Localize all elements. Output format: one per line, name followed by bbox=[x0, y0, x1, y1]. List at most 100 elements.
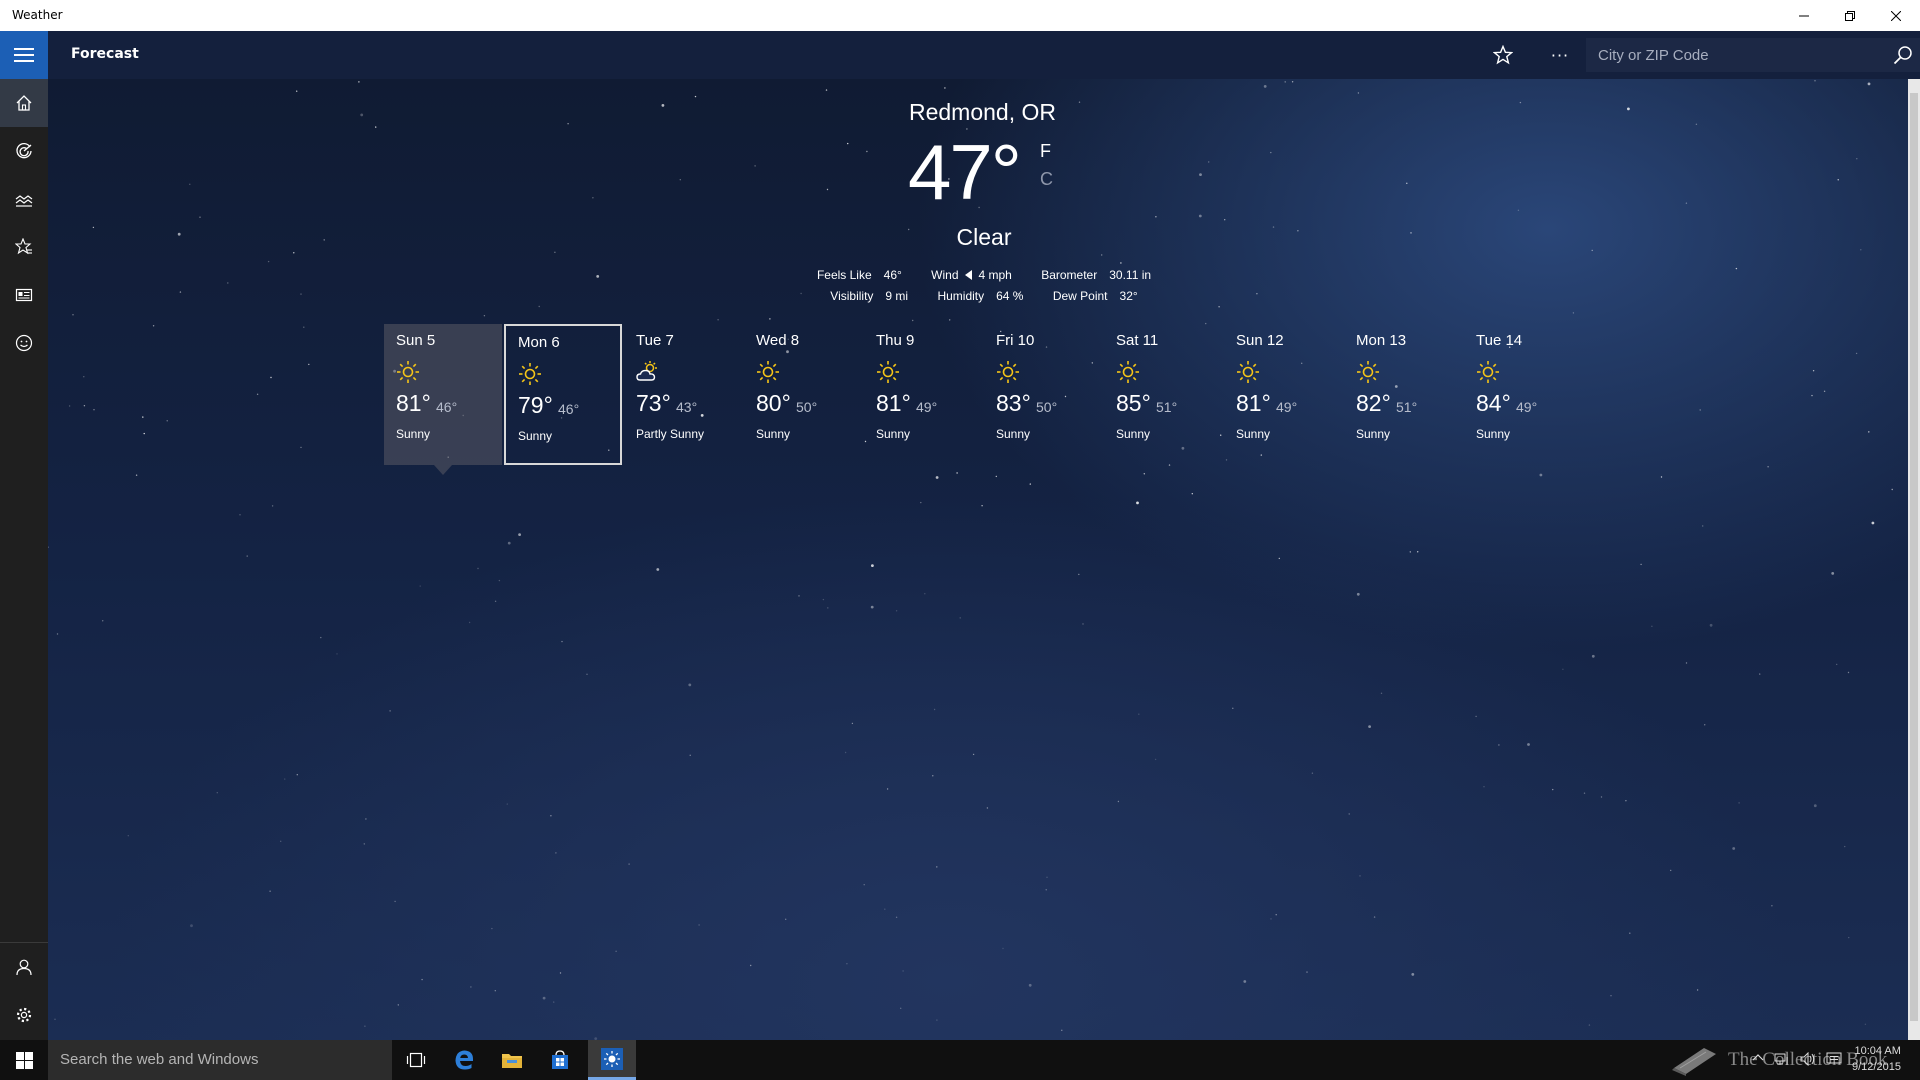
chevron-up-icon[interactable] bbox=[1752, 1052, 1764, 1064]
sun-icon bbox=[1357, 361, 1379, 383]
humidity-value: 64 % bbox=[996, 289, 1024, 303]
clock-date: 9/12/2015 bbox=[1852, 1061, 1901, 1073]
sun-icon bbox=[1117, 361, 1139, 383]
action-center-icon[interactable] bbox=[1826, 1052, 1842, 1066]
nav-news[interactable] bbox=[0, 271, 48, 319]
app-bar: Forecast ··· bbox=[48, 31, 1920, 79]
add-favorite-button[interactable] bbox=[1489, 41, 1517, 69]
sun-icon bbox=[519, 363, 541, 385]
forecast-condition: Sunny bbox=[1476, 427, 1511, 441]
forecast-condition: Partly Sunny bbox=[636, 427, 705, 441]
forecast-day[interactable]: Fri 10 83° 50° Sunny bbox=[984, 324, 1102, 465]
nav-historical[interactable] bbox=[0, 175, 48, 223]
forecast-high: 82° bbox=[1356, 390, 1391, 416]
forecast-day[interactable]: Tue 7 73° 43° Partly Sunny bbox=[624, 324, 742, 465]
volume-icon[interactable] bbox=[1800, 1052, 1816, 1066]
close-icon bbox=[1891, 10, 1901, 21]
page-title: Forecast bbox=[71, 46, 139, 62]
more-icon: ··· bbox=[1550, 45, 1570, 65]
forecast-high: 84° bbox=[1476, 390, 1511, 416]
forecast-low: 46° bbox=[558, 401, 580, 417]
nav-feedback[interactable] bbox=[0, 319, 48, 367]
sun-icon bbox=[757, 361, 779, 383]
search-icon bbox=[1893, 46, 1912, 65]
edge-taskbar-button[interactable] bbox=[440, 1040, 488, 1080]
forecast-day[interactable]: Mon 6 79° 46° Sunny bbox=[504, 324, 622, 465]
forecast-high: 79° bbox=[518, 392, 553, 418]
more-options-button[interactable]: ··· bbox=[1546, 41, 1574, 69]
taskbar-search-box[interactable]: Search the web and Windows bbox=[48, 1040, 392, 1080]
forecast-day-name: Sat 11 bbox=[1116, 332, 1159, 349]
forecast-day-name: Sun 12 bbox=[1236, 332, 1284, 349]
city-search-input[interactable] bbox=[1586, 38, 1900, 72]
barometer-label: Barometer bbox=[1041, 268, 1098, 282]
forecast-day[interactable]: Mon 13 82° 51° Sunny bbox=[1344, 324, 1462, 465]
network-icon[interactable] bbox=[1774, 1052, 1790, 1066]
feels-like-label: Feels Like bbox=[816, 268, 872, 282]
forecast-day-name: Tue 7 bbox=[636, 332, 674, 349]
title-bar: Weather bbox=[0, 0, 1920, 31]
feedback-icon bbox=[15, 334, 33, 352]
forecast-condition: Sunny bbox=[518, 429, 553, 443]
forecast-condition: Sunny bbox=[996, 427, 1031, 441]
minimize-button[interactable] bbox=[1781, 0, 1827, 31]
taskbar-search-placeholder: Search the web and Windows bbox=[60, 1051, 259, 1068]
forecast-panel: Redmond, OR 47° F C Clear Feels Like 46° … bbox=[48, 79, 1908, 1040]
selected-day-pointer bbox=[434, 465, 452, 475]
forecast-day[interactable]: Sat 11 85° 51° Sunny bbox=[1104, 324, 1222, 465]
nav-places[interactable] bbox=[0, 223, 48, 271]
forecast-high: 85° bbox=[1116, 390, 1151, 416]
forecast-day[interactable]: Sun 12 81° 49° Sunny bbox=[1224, 324, 1342, 465]
store-icon bbox=[552, 1050, 568, 1069]
nav-forecast[interactable] bbox=[0, 79, 48, 127]
start-button[interactable] bbox=[0, 1040, 48, 1080]
humidity-label: Humidity bbox=[937, 289, 985, 303]
forecast-day-name: Tue 14 bbox=[1476, 332, 1523, 349]
forecast-low: 46° bbox=[436, 399, 458, 415]
unit-celsius[interactable]: C bbox=[1040, 169, 1053, 190]
nav-account[interactable] bbox=[0, 943, 48, 991]
forecast-high: 81° bbox=[876, 390, 911, 416]
search-button[interactable] bbox=[1892, 44, 1914, 66]
vertical-scrollbar[interactable] bbox=[1908, 79, 1920, 1040]
forecast-day-name: Thu 9 bbox=[876, 332, 915, 349]
forecast-high: 83° bbox=[996, 390, 1031, 416]
forecast-day[interactable]: Wed 8 80° 50° Sunny bbox=[744, 324, 862, 465]
forecast-condition: Sunny bbox=[1116, 427, 1151, 441]
search-box bbox=[1586, 38, 1920, 72]
forecast-high: 81° bbox=[1236, 390, 1271, 416]
forecast-high: 73° bbox=[636, 390, 671, 416]
file-explorer-button[interactable] bbox=[488, 1040, 536, 1080]
taskbar-clock[interactable]: 10:04 AM 9/12/2015 bbox=[1852, 1043, 1901, 1075]
unit-fahrenheit[interactable]: F bbox=[1040, 141, 1051, 161]
barometer-value: 30.11 in bbox=[1109, 268, 1152, 282]
forecast-day[interactable]: Sun 5 81° 46° Sunny bbox=[384, 324, 502, 475]
forecast-condition: Sunny bbox=[1356, 427, 1391, 441]
restore-button[interactable] bbox=[1827, 0, 1873, 31]
nav-maps[interactable] bbox=[0, 127, 48, 175]
forecast-day[interactable]: Thu 9 81° 49° Sunny bbox=[864, 324, 982, 465]
store-button[interactable] bbox=[536, 1040, 584, 1080]
nav-pane bbox=[0, 31, 48, 1040]
hamburger-icon bbox=[14, 48, 34, 62]
forecast-low: 49° bbox=[1276, 399, 1298, 415]
taskbar: Search the web and Windows The Collectio… bbox=[0, 1040, 1920, 1080]
sun-icon bbox=[877, 361, 899, 383]
wind-label: Wind bbox=[931, 268, 959, 282]
scrollbar-thumb[interactable] bbox=[1910, 93, 1918, 1021]
forecast-day[interactable]: Tue 14 84° 49° Sunny bbox=[1464, 324, 1582, 465]
nav-settings[interactable] bbox=[0, 991, 48, 1039]
feels-like-value: 46° bbox=[883, 268, 902, 282]
forecast-condition: Sunny bbox=[876, 427, 911, 441]
hamburger-button[interactable] bbox=[0, 31, 48, 79]
visibility-value: 9 mi bbox=[885, 289, 909, 303]
close-button[interactable] bbox=[1873, 0, 1919, 31]
forecast-high: 81° bbox=[396, 390, 431, 416]
forecast-low: 51° bbox=[1396, 399, 1418, 415]
task-view-button[interactable] bbox=[392, 1040, 440, 1080]
forecast-low: 49° bbox=[1516, 399, 1538, 415]
sun-icon bbox=[1237, 361, 1259, 383]
wind-value: 4 mph bbox=[978, 268, 1012, 282]
weather-taskbar-button[interactable] bbox=[588, 1040, 636, 1080]
forecast-low: 49° bbox=[916, 399, 938, 415]
